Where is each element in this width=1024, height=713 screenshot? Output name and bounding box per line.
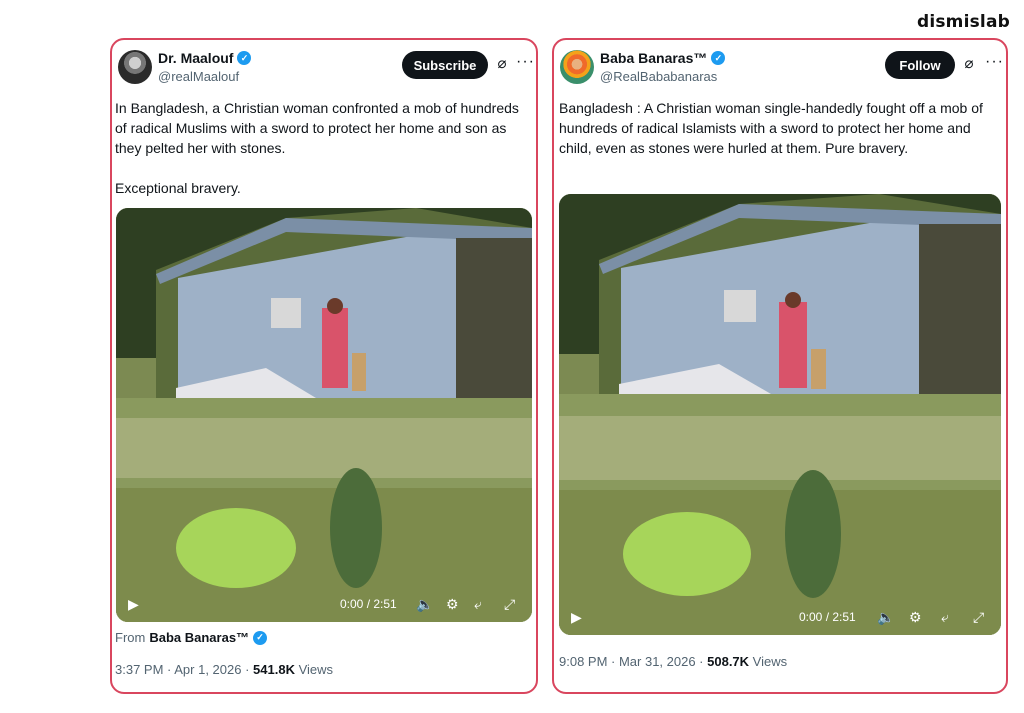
avatar[interactable]	[118, 50, 152, 84]
play-icon[interactable]: ▶	[571, 609, 582, 625]
author-name-row[interactable]: Baba Banaras™ ✓	[600, 50, 726, 66]
verified-badge-icon: ✓	[253, 630, 268, 645]
views-label: Views	[749, 654, 788, 669]
tweet-card-maalouf: Dr. Maalouf ✓ @realMaalouf Subscribe ⌀ ·…	[110, 38, 538, 694]
brand-logo: dismislab	[916, 12, 1010, 32]
video-time: 0:00 / 2:51	[340, 597, 397, 611]
verified-badge-icon: ✓	[711, 51, 726, 65]
video-frame	[559, 194, 1001, 635]
more-icon[interactable]: ···	[516, 53, 535, 71]
video-player[interactable]: ▶ 0:00 / 2:51 🔈 ⚙ ⤶ ⤢	[559, 194, 1001, 635]
subscribe-button[interactable]: Subscribe	[402, 51, 488, 79]
tweet-meta: 9:08 PM · Mar 31, 2026 · 508.7K Views	[559, 654, 787, 669]
more-icon[interactable]: ···	[985, 53, 1004, 71]
tweet-header: Dr. Maalouf ✓ @realMaalouf Subscribe ⌀ ·…	[112, 40, 536, 100]
from-name[interactable]: Baba Banaras™	[149, 630, 249, 645]
author-handle[interactable]: @realMaalouf	[158, 69, 239, 84]
tweet-meta: 3:37 PM · Apr 1, 2026 · 541.8K Views	[115, 662, 333, 677]
fullscreen-icon[interactable]: ⤢	[973, 609, 984, 625]
views-label: Views	[294, 662, 334, 677]
author-name-row[interactable]: Dr. Maalouf ✓	[158, 50, 252, 66]
view-count: 508.7K	[707, 654, 750, 669]
grok-icon[interactable]: ⌀	[493, 55, 511, 73]
author-handle[interactable]: @RealBababanaras	[600, 69, 717, 84]
tweet-timestamp[interactable]: 9:08 PM · Mar 31, 2026 ·	[559, 654, 707, 669]
from-attribution: From Baba Banaras™ ✓	[115, 630, 268, 645]
video-player[interactable]: ▶ 0:00 / 2:51 🔈 ⚙ ⤶ ⤢	[116, 208, 532, 622]
view-count: 541.8K	[253, 662, 295, 677]
fullscreen-icon[interactable]: ⤢	[504, 596, 515, 612]
follow-button[interactable]: Follow	[885, 51, 955, 79]
author-name[interactable]: Dr. Maalouf	[158, 50, 233, 66]
volume-icon[interactable]: 🔈	[877, 609, 894, 625]
video-frame	[116, 208, 532, 622]
verified-badge-icon: ✓	[237, 51, 252, 65]
settings-icon[interactable]: ⚙	[909, 609, 922, 625]
author-name[interactable]: Baba Banaras™	[600, 50, 707, 66]
from-label: From	[115, 630, 146, 645]
rotate-icon[interactable]: ⤶	[941, 609, 949, 625]
tweet-card-baba-banaras: Baba Banaras™ ✓ @RealBababanaras Follow …	[552, 38, 1008, 694]
rotate-icon[interactable]: ⤶	[474, 596, 482, 612]
tweet-timestamp[interactable]: 3:37 PM · Apr 1, 2026 ·	[115, 662, 253, 677]
volume-icon[interactable]: 🔈	[416, 596, 433, 612]
settings-icon[interactable]: ⚙	[446, 596, 459, 612]
video-time: 0:00 / 2:51	[799, 610, 856, 624]
avatar[interactable]	[560, 50, 594, 84]
tweet-text: Bangladesh : A Christian woman single-ha…	[559, 100, 983, 156]
grok-icon[interactable]: ⌀	[960, 55, 978, 73]
play-icon[interactable]: ▶	[128, 596, 139, 612]
tweet-header: Baba Banaras™ ✓ @RealBababanaras Follow …	[554, 40, 1006, 100]
tweet-text: In Bangladesh, a Christian woman confron…	[115, 100, 519, 196]
